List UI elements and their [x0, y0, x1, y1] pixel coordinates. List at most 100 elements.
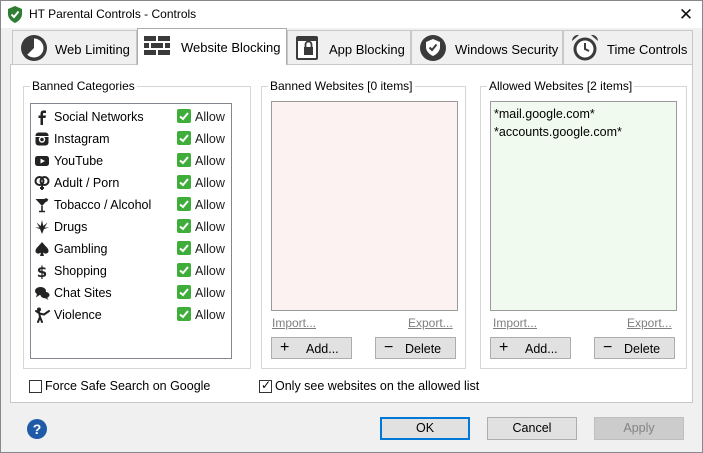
banned-websites-group: Banned Websites [0 items] Import... Expo… — [261, 79, 466, 369]
category-name: Drugs — [54, 220, 88, 234]
allow-label[interactable]: Allow — [195, 110, 225, 124]
category-row-drugs[interactable]: Drugs Allow — [31, 216, 231, 238]
only-allowed-checkbox[interactable]: ✓ — [259, 378, 272, 393]
force-safe-search-label[interactable]: Force Safe Search on Google — [45, 379, 210, 393]
allowed-import-link[interactable]: Import... — [493, 316, 537, 330]
minus-icon: − — [603, 339, 613, 356]
category-name: Instagram — [54, 132, 110, 146]
allow-check-icon[interactable] — [177, 263, 191, 277]
close-window-button[interactable]: ✕ — [670, 1, 702, 28]
only-allowed-label[interactable]: Only see websites on the allowed list — [275, 379, 479, 393]
category-row-social-networks[interactable]: Social Networks Allow — [31, 106, 231, 128]
category-name: Chat Sites — [54, 286, 112, 300]
banned-websites-list[interactable] — [271, 101, 458, 311]
tab-windows-security[interactable]: Windows Security — [411, 30, 563, 64]
adult-icon — [34, 176, 50, 190]
help-icon[interactable]: ? — [27, 419, 47, 439]
banned-categories-title: Banned Categories — [30, 79, 137, 93]
list-item[interactable]: *accounts.google.com* — [494, 125, 622, 139]
app-lock-icon — [296, 36, 318, 60]
category-name: Social Networks — [54, 110, 144, 124]
allow-label[interactable]: Allow — [195, 220, 225, 234]
apply-button[interactable]: Apply — [594, 417, 684, 440]
tab-web-limiting[interactable]: Web Limiting — [12, 30, 137, 64]
pie-clock-icon — [21, 35, 47, 61]
tab-bar: Web Limiting Website Blocking App Blocki… — [1, 28, 702, 65]
allow-check-icon[interactable] — [177, 241, 191, 255]
title-bar: HT Parental Controls - Controls ✕ — [1, 1, 702, 28]
alarm-clock-icon — [571, 34, 599, 61]
allow-check-icon[interactable] — [177, 197, 191, 211]
ok-button[interactable]: OK — [380, 417, 470, 440]
category-row-violence[interactable]: Violence Allow — [31, 304, 231, 326]
category-row-tobacco-alcohol[interactable]: Tobacco / Alcohol Allow — [31, 194, 231, 216]
tab-label: Web Limiting — [55, 42, 130, 57]
category-row-adult-porn[interactable]: Adult / Porn Allow — [31, 172, 231, 194]
allow-label[interactable]: Allow — [195, 264, 225, 278]
allow-label[interactable]: Allow — [195, 286, 225, 300]
spade-icon — [35, 242, 49, 256]
allowed-websites-list[interactable]: *mail.google.com* *accounts.google.com* — [490, 101, 677, 311]
window-title: HT Parental Controls - Controls — [29, 7, 197, 21]
allow-label[interactable]: Allow — [195, 242, 225, 256]
force-safe-search-checkbox[interactable] — [29, 380, 42, 393]
cocktail-icon — [35, 198, 49, 213]
category-row-instagram[interactable]: Instagram Allow — [31, 128, 231, 150]
category-row-youtube[interactable]: YouTube Allow — [31, 150, 231, 172]
list-item[interactable]: *mail.google.com* — [494, 107, 595, 121]
tab-label: Website Blocking — [181, 40, 281, 55]
category-row-gambling[interactable]: Gambling Allow — [31, 238, 231, 260]
tab-label: Time Controls — [607, 42, 688, 57]
category-name: Violence — [54, 308, 102, 322]
banned-add-button[interactable]: + Add... — [271, 337, 352, 359]
allow-check-icon[interactable] — [177, 131, 191, 145]
category-row-shopping[interactable]: $ Shopping Allow — [31, 260, 231, 282]
category-row-chat-sites[interactable]: Chat Sites Allow — [31, 282, 231, 304]
banned-websites-title: Banned Websites [0 items] — [268, 79, 415, 93]
category-name: Shopping — [54, 264, 107, 278]
allow-check-icon[interactable] — [177, 307, 191, 321]
allow-check-icon[interactable] — [177, 285, 191, 299]
allow-check-icon[interactable] — [177, 153, 191, 167]
category-name: Adult / Porn — [54, 176, 120, 190]
banned-export-link[interactable]: Export... — [408, 316, 453, 330]
shield-check-icon — [420, 35, 446, 61]
only-allowed-option[interactable]: ✓ Only see websites on the allowed list — [259, 378, 509, 395]
instagram-icon — [35, 132, 49, 146]
allowed-websites-title: Allowed Websites [2 items] — [487, 79, 635, 93]
banned-categories-group: Banned Categories Social Networks Allow … — [23, 79, 251, 369]
allowed-export-link[interactable]: Export... — [627, 316, 672, 330]
banned-import-link[interactable]: Import... — [272, 316, 316, 330]
checkmark-icon: ✓ — [261, 378, 272, 392]
allow-check-icon[interactable] — [177, 175, 191, 189]
category-name: Gambling — [54, 242, 108, 256]
tab-time-controls[interactable]: Time Controls — [563, 30, 693, 64]
allowed-add-button[interactable]: + Add... — [490, 337, 571, 359]
allow-label[interactable]: Allow — [195, 308, 225, 322]
dollar-icon: $ — [37, 263, 47, 279]
facebook-icon — [38, 110, 46, 125]
tab-app-blocking[interactable]: App Blocking — [287, 30, 411, 64]
leaf-icon — [35, 220, 49, 234]
martial-arts-icon — [35, 307, 50, 323]
allow-label[interactable]: Allow — [195, 154, 225, 168]
youtube-icon — [35, 156, 49, 166]
tab-label: Windows Security — [455, 42, 559, 57]
allowed-delete-button[interactable]: − Delete — [594, 337, 675, 359]
svg-text:$: $ — [37, 263, 47, 279]
website-blocking-panel: Banned Categories Social Networks Allow … — [10, 64, 693, 403]
banned-delete-button[interactable]: − Delete — [375, 337, 456, 359]
allow-check-icon[interactable] — [177, 109, 191, 123]
cancel-button[interactable]: Cancel — [487, 417, 577, 440]
tab-website-blocking[interactable]: Website Blocking — [137, 28, 287, 65]
allow-label[interactable]: Allow — [195, 176, 225, 190]
force-safe-search-option[interactable]: Force Safe Search on Google — [29, 379, 239, 395]
allowed-websites-group: Allowed Websites [2 items] *mail.google.… — [480, 79, 687, 369]
category-list: Social Networks Allow Instagram Allow Yo… — [30, 103, 232, 359]
allow-label[interactable]: Allow — [195, 198, 225, 212]
brick-wall-icon — [144, 36, 170, 55]
allow-label[interactable]: Allow — [195, 132, 225, 146]
category-name: YouTube — [54, 154, 104, 168]
allow-check-icon[interactable] — [177, 219, 191, 233]
chat-icon — [35, 287, 50, 300]
